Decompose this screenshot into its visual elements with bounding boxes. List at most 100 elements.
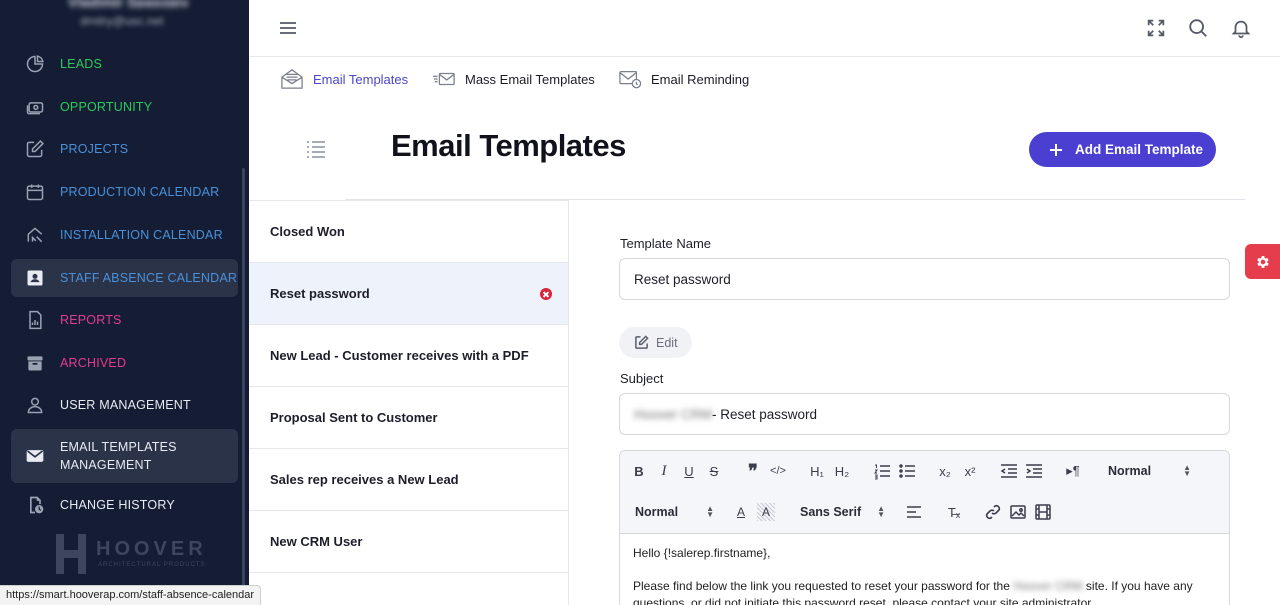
- indent-icon[interactable]: [1025, 462, 1043, 480]
- page-title: Email Templates: [391, 128, 626, 163]
- fullscreen-icon[interactable]: [1145, 17, 1167, 39]
- user-profile[interactable]: Vladimir Spasojevic dmitry@usc.net: [0, 0, 249, 40]
- gear-icon: [1256, 255, 1269, 268]
- rich-text-editor: B I U S ❞ </> H₁ H₂ x₂ x² ▸¶ Normal ▲ ▼ N…: [619, 450, 1230, 605]
- template-name: Closed Won: [270, 224, 345, 239]
- settings-button[interactable]: [1245, 244, 1280, 279]
- sidebar-item-archived[interactable]: ARCHIVED: [11, 344, 238, 382]
- add-email-template-label: Add Email Template: [1075, 142, 1204, 157]
- sidebar-item-label: PRODUCTION CALENDAR: [60, 185, 220, 199]
- editor-text: site. If you have any: [1082, 579, 1193, 593]
- sidebar-item-user-management[interactable]: USER MANAGEMENT: [11, 386, 238, 424]
- sidebar-item-label: LEADS: [60, 57, 102, 71]
- sidebar-item-production-calendar[interactable]: PRODUCTION CALENDAR: [11, 173, 238, 211]
- blockquote-icon[interactable]: ❞: [744, 461, 762, 481]
- template-item[interactable]: New Lead - Customer receives with a PDF: [249, 325, 568, 387]
- editor-content[interactable]: Hello {!salerep.firstname}, Please find …: [633, 545, 1218, 605]
- superscript-icon[interactable]: x²: [961, 462, 979, 480]
- edit-button[interactable]: Edit: [619, 327, 692, 358]
- align-left-icon[interactable]: [905, 503, 923, 521]
- heading1-icon[interactable]: H₁: [808, 462, 826, 480]
- mail-icon: [26, 450, 44, 462]
- sidebar-item-change-history[interactable]: CHANGE HISTORY: [11, 486, 238, 524]
- bullet-list-icon[interactable]: [898, 462, 916, 480]
- user-email: dmitry@usc.net: [80, 14, 164, 28]
- sidebar-item-staff-absence-calendar[interactable]: STAFF ABSENCE CALENDAR: [11, 259, 238, 297]
- sidebar-item-label: USER MANAGEMENT: [60, 398, 191, 412]
- sidebar-item-opportunity[interactable]: OPPORTUNITY: [11, 88, 238, 126]
- template-name: Sales rep receives a New Lead: [270, 472, 459, 487]
- envelope-open-icon: [281, 69, 303, 89]
- header-select[interactable]: Normal ▲ ▼: [1108, 462, 1191, 480]
- editor-paragraph: Please find below the link you requested…: [633, 578, 1218, 605]
- link-icon[interactable]: [984, 503, 1002, 521]
- sidebar-item-installation-calendar[interactable]: INSTALLATION CALENDAR: [11, 216, 238, 254]
- sidebar-item-email-templates-management[interactable]: EMAIL TEMPLATES MANAGEMENT: [11, 429, 238, 483]
- subscript-icon[interactable]: x₂: [936, 462, 954, 480]
- header-select-value: Normal: [1108, 464, 1152, 478]
- subject-input[interactable]: Hoover CRM - Reset password: [619, 393, 1230, 435]
- money-icon: [26, 102, 44, 115]
- subject-label: Subject: [620, 371, 664, 386]
- template-item[interactable]: New CRM User: [249, 511, 568, 573]
- sidebar-item-reports[interactable]: REPORTS: [11, 301, 238, 339]
- template-list: Closed Won Reset password New Lead - Cus…: [249, 200, 569, 605]
- background-color-icon[interactable]: A: [757, 503, 775, 521]
- template-name-label: Template Name: [620, 236, 712, 251]
- subject-value: - Reset password: [712, 406, 818, 422]
- image-icon[interactable]: [1009, 503, 1027, 521]
- tab-label: Mass Email Templates: [465, 71, 595, 87]
- template-item[interactable]: Proposal Sent to Customer: [249, 387, 568, 449]
- status-bar-url: https://smart.hooverap.com/staff-absence…: [0, 585, 262, 605]
- text-color-icon[interactable]: A: [732, 503, 750, 521]
- font-select-value: Sans Serif: [800, 505, 862, 519]
- edit-label: Edit: [656, 335, 678, 350]
- font-select[interactable]: Sans Serif ▲ ▼: [800, 503, 885, 521]
- sidebar-item-projects[interactable]: PROJECTS: [11, 130, 238, 168]
- bell-icon[interactable]: [1230, 17, 1252, 39]
- video-icon[interactable]: [1034, 503, 1052, 521]
- template-item[interactable]: Sales rep receives a New Lead: [249, 449, 568, 511]
- search-icon[interactable]: [1187, 17, 1209, 39]
- sidebar-item-label: ARCHIVED: [60, 356, 127, 370]
- badge-icon: [27, 270, 43, 286]
- editor-text: questions, or did not initiate this pass…: [633, 596, 1094, 605]
- list-icon[interactable]: [305, 139, 327, 159]
- sidebar-item-label: REPORTS: [60, 313, 122, 327]
- delete-template-icon[interactable]: [540, 288, 552, 300]
- heading2-icon[interactable]: H₂: [833, 462, 851, 480]
- editor-toolbar: B I U S ❞ </> H₁ H₂ x₂ x² ▸¶ Normal ▲ ▼ N…: [620, 451, 1229, 534]
- company-logo: HOOVER ARCHITECTURAL PRODUCTS: [52, 532, 204, 582]
- outdent-icon[interactable]: [1000, 462, 1018, 480]
- top-bar: [249, 0, 1280, 57]
- ordered-list-icon[interactable]: [873, 462, 891, 480]
- template-name: Proposal Sent to Customer: [270, 410, 438, 425]
- calendar-icon: [26, 184, 44, 201]
- clear-format-icon[interactable]: T̶ₓ: [945, 503, 963, 521]
- code-icon[interactable]: </>: [769, 462, 787, 480]
- template-item-selected[interactable]: Reset password: [249, 263, 568, 325]
- archive-icon: [27, 356, 43, 371]
- size-select[interactable]: Normal ▲ ▼: [635, 503, 714, 521]
- fast-mail-icon: [433, 72, 455, 86]
- text-direction-icon[interactable]: ▸¶: [1064, 462, 1082, 480]
- install-icon: [27, 227, 43, 243]
- size-select-value: Normal: [635, 505, 679, 519]
- editor-text: Please find below the link you requested…: [633, 579, 1014, 593]
- bold-icon[interactable]: B: [630, 462, 648, 480]
- sidebar-item-leads[interactable]: LEADS: [11, 45, 238, 83]
- history-icon: [30, 496, 44, 514]
- italic-icon[interactable]: I: [655, 462, 673, 480]
- sidebar: Vladimir Spasojevic dmitry@usc.net LEADS…: [0, 0, 249, 605]
- strikethrough-icon[interactable]: S: [705, 462, 723, 480]
- sidebar-scrollbar[interactable]: [242, 168, 245, 588]
- hamburger-menu-icon[interactable]: [279, 19, 297, 37]
- add-email-template-button[interactable]: Add Email Template: [1029, 132, 1216, 167]
- tab-email-reminding[interactable]: Email Reminding: [618, 58, 749, 100]
- underline-icon[interactable]: U: [680, 462, 698, 480]
- sidebar-item-label: OPPORTUNITY: [60, 100, 153, 114]
- tab-email-templates[interactable]: Email Templates: [280, 58, 408, 100]
- template-item[interactable]: Closed Won: [249, 201, 568, 263]
- template-name-input[interactable]: Reset password: [619, 258, 1230, 300]
- tab-mass-email-templates[interactable]: Mass Email Templates: [432, 58, 595, 100]
